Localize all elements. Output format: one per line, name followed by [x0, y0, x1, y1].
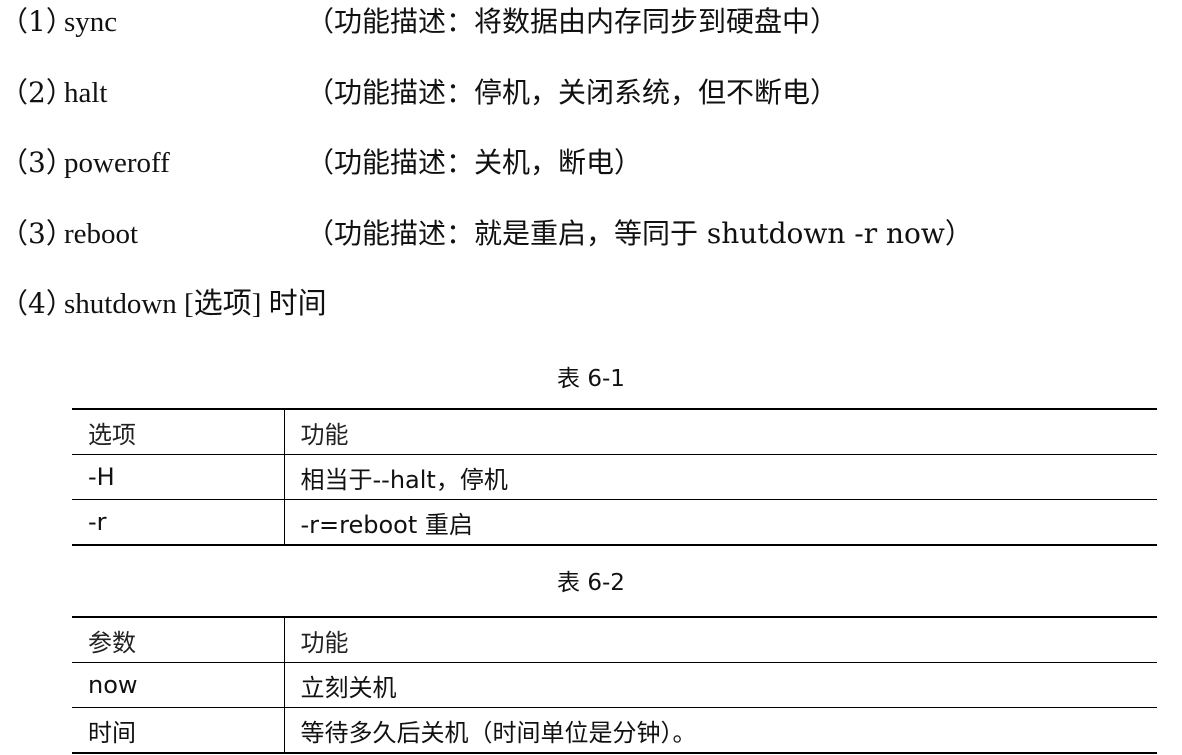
table-row: -H 相当于--halt，停机	[72, 454, 1157, 500]
table-caption-6-1: 表 6-1	[557, 366, 625, 392]
command-description: （功能描述：关机，断电）	[306, 146, 643, 179]
parameter-cell: 时间	[72, 707, 285, 753]
command-line-shutdown: （4） shutdown [选项] 时间	[0, 284, 1182, 324]
header-cell-function: 功能	[300, 420, 349, 449]
table-row: now 立刻关机	[72, 662, 1157, 708]
command-description: （功能描述：将数据由内存同步到硬盘中）	[306, 5, 839, 38]
command-name: poweroff	[64, 147, 170, 179]
item-number: （3）	[0, 146, 74, 179]
table-row: -r -r=reboot 重启	[72, 499, 1157, 545]
function-cell: 立刻关机	[300, 673, 397, 702]
command-description: （功能描述：就是重启，等同于 shutdown -r now）	[306, 217, 973, 250]
item-number: （1）	[0, 5, 74, 38]
command-line-reboot: （3） reboot （功能描述：就是重启，等同于 shutdown -r no…	[0, 214, 1182, 254]
option-cell: -H	[72, 454, 285, 500]
header-cell-parameter: 参数	[72, 617, 285, 663]
header-cell-function: 功能	[300, 628, 349, 657]
item-number: （3）	[0, 217, 74, 250]
command-name: shutdown [选项] 时间	[64, 288, 327, 320]
table-header-row: 选项 功能	[72, 409, 1157, 455]
command-line-halt: （2） halt （功能描述：停机，关闭系统，但不断电）	[0, 73, 1182, 113]
table-row: 时间 等待多久后关机（时间单位是分钟）。	[72, 707, 1157, 753]
function-cell: 等待多久后关机（时间单位是分钟）。	[300, 718, 697, 747]
command-name: reboot	[64, 218, 139, 250]
command-name: halt	[64, 77, 108, 109]
command-description: （功能描述：停机，关闭系统，但不断电）	[306, 76, 839, 109]
item-number: （2）	[0, 76, 74, 109]
parameters-table: 参数 功能 now 立刻关机 时间 等待多久后关机（时间单位是分钟）。	[72, 616, 1157, 754]
function-cell: 相当于--halt，停机	[300, 465, 508, 494]
command-line-sync: （1） sync （功能描述：将数据由内存同步到硬盘中）	[0, 2, 1182, 42]
parameter-cell: now	[72, 662, 285, 708]
options-table: 选项 功能 -H 相当于--halt，停机 -r -r=reboot 重启	[72, 408, 1157, 546]
table-header-row: 参数 功能	[72, 617, 1157, 663]
item-number: （4）	[0, 287, 74, 320]
table-caption-6-2: 表 6-2	[557, 570, 625, 596]
command-name: sync	[64, 6, 118, 38]
function-cell: -r=reboot 重启	[300, 510, 473, 539]
command-line-poweroff: （3） poweroff （功能描述：关机，断电）	[0, 143, 1182, 183]
option-cell: -r	[72, 499, 285, 545]
header-cell-option: 选项	[72, 409, 285, 455]
